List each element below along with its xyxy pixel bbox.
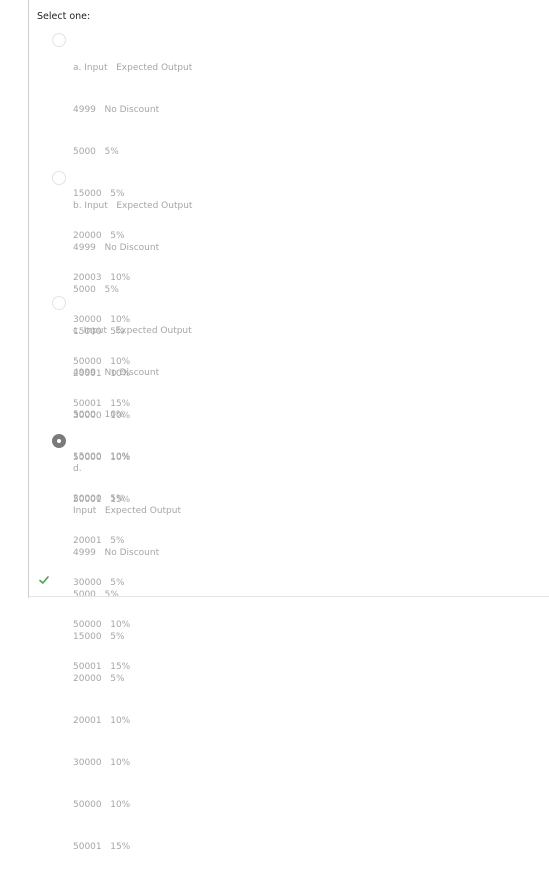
radio-option-a[interactable]: [52, 33, 66, 47]
option-d-text: d. Input Expected Output 4999 No Discoun…: [73, 434, 181, 882]
checkmark-icon: [39, 576, 49, 584]
option-d-row: 4999 No Discount: [73, 548, 160, 558]
option-c-row: 4999 No Discount: [73, 368, 160, 378]
option-b-header: b. Input Expected Output: [73, 201, 193, 211]
option-d-row: 20001 10%: [73, 716, 131, 726]
radio-option-b[interactable]: [52, 171, 66, 185]
option-d-row: 15000 5%: [73, 632, 125, 642]
option-d-header: d.: [73, 464, 82, 474]
option-c-row: 5000 10%: [73, 410, 125, 420]
option-c-header: c. Input Expected Output: [73, 326, 192, 336]
option-a-row: 5000 5%: [73, 147, 119, 157]
option-a-header: a. Input Expected Output: [73, 63, 193, 73]
select-one-prompt: Select one:: [37, 11, 91, 22]
option-d-row: Input Expected Output: [73, 506, 181, 516]
option-a-row: 4999 No Discount: [73, 105, 160, 115]
option-d-row: 50001 15%: [73, 842, 131, 852]
radio-option-d[interactable]: [52, 434, 66, 448]
option-b-row: 4999 No Discount: [73, 243, 160, 253]
radio-option-c[interactable]: [52, 296, 66, 310]
option-b-row: 5000 5%: [73, 285, 119, 295]
option-d-row: 5000 5%: [73, 590, 119, 600]
divider: [29, 596, 549, 597]
option-d-row: 50000 10%: [73, 800, 131, 810]
option-d-row: 20000 5%: [73, 674, 125, 684]
option-d-row: 30000 10%: [73, 758, 131, 768]
